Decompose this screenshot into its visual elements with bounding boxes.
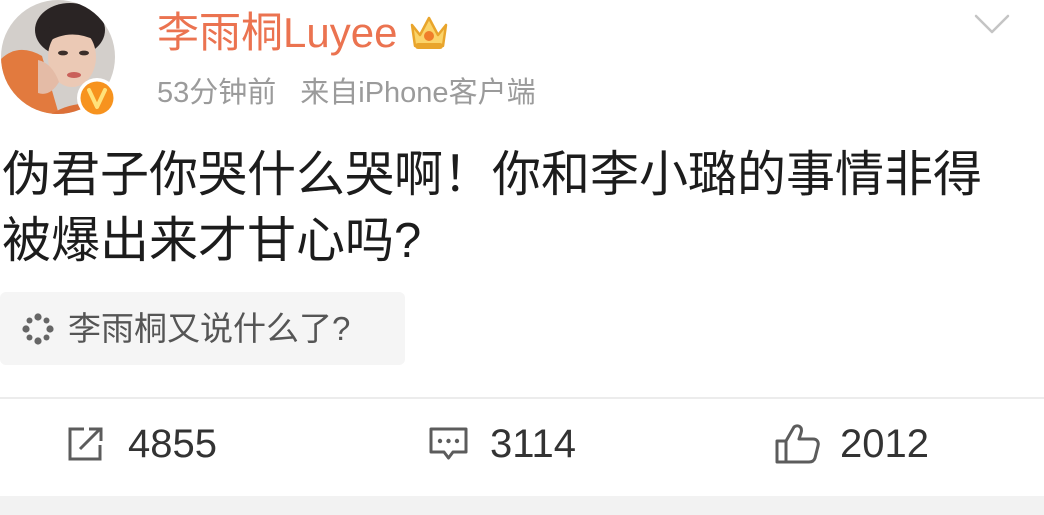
comment-button[interactable]: 3114	[428, 422, 576, 466]
comment-icon	[428, 425, 469, 463]
thumbs-up-icon	[774, 423, 821, 465]
verified-v-icon	[76, 77, 118, 119]
repost-button[interactable]: 4855	[66, 422, 217, 466]
username[interactable]: 李雨桐Luyee	[157, 8, 397, 58]
repost-count: 4855	[128, 422, 217, 466]
crown-icon[interactable]	[407, 13, 451, 53]
chevron-down-icon[interactable]	[973, 12, 1011, 38]
bottom-separator	[0, 496, 1044, 515]
comment-count: 3114	[490, 422, 577, 466]
sparkle-icon	[21, 312, 55, 346]
topic-text: 李雨桐又说什么了?	[68, 309, 351, 347]
topic-card[interactable]: 李雨桐又说什么了?	[0, 292, 405, 365]
repost-icon	[66, 425, 106, 463]
post-source: 来自iPhone客户端	[300, 77, 536, 109]
like-button[interactable]: 2012	[774, 422, 929, 466]
divider	[0, 397, 1044, 399]
like-count: 2012	[840, 422, 929, 466]
post-time: 53分钟前	[157, 77, 277, 109]
username-row: 李雨桐Luyee	[157, 8, 451, 58]
post-meta: 53分钟前 来自iPhone客户端	[157, 73, 536, 113]
post-content: 伪君子你哭什么哭啊！你和李小璐的事情非得被爆出来才甘心吗?	[2, 148, 983, 268]
